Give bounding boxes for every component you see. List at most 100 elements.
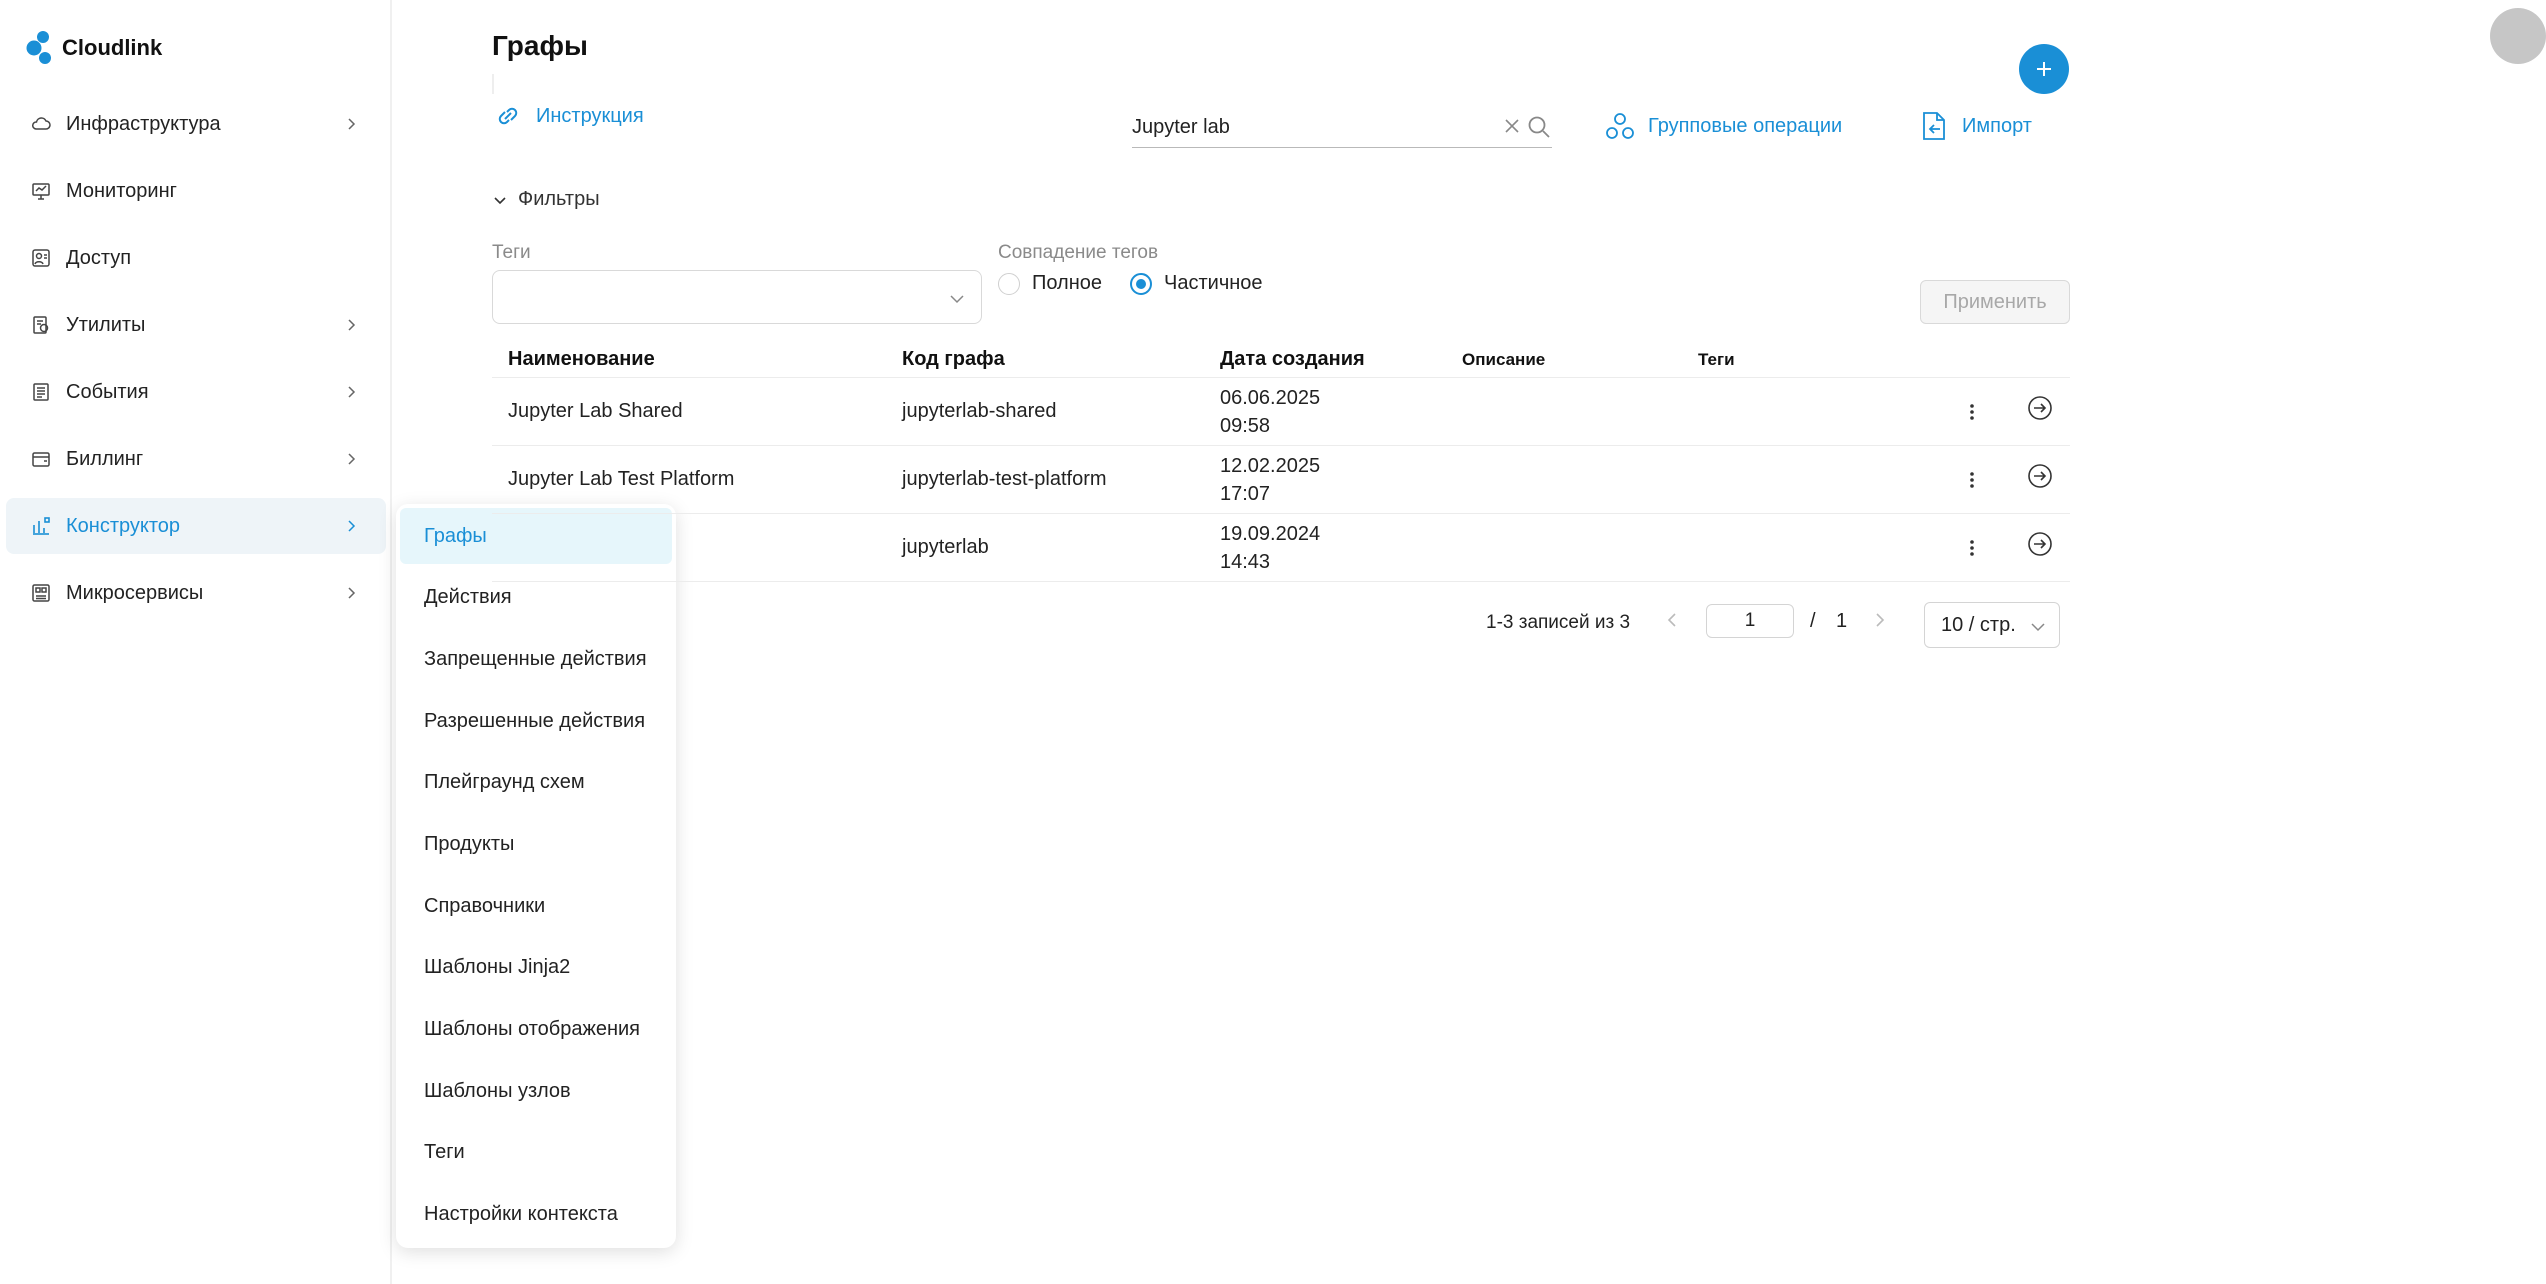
page-number-input[interactable] — [1706, 604, 1794, 638]
add-graph-button[interactable] — [2019, 44, 2069, 94]
cell-date-day: 06.06.2025 — [1220, 387, 1321, 409]
arrow-circle-right-icon[interactable] — [2026, 462, 2054, 490]
chevron-right-icon — [348, 319, 356, 331]
instruction-label: Инструкция — [536, 104, 644, 127]
submenu-item-allowed-actions[interactable]: Разрешенные действия — [400, 693, 672, 749]
table-row[interactable]: Jupyter Lab Test Platform jupyterlab-tes… — [492, 446, 2070, 514]
instruction-link[interactable]: Инструкция — [492, 104, 644, 128]
sidebar-item-label: Доступ — [66, 246, 132, 269]
chevron-right-icon[interactable] — [1872, 610, 1888, 630]
logo[interactable]: Cloudlink — [26, 30, 162, 66]
radio-circle — [998, 272, 1020, 295]
cloudlink-logo-icon — [26, 31, 51, 64]
submenu-item-jinja2-templates[interactable]: Шаблоны Jinja2 — [400, 940, 672, 996]
sidebar-item-utilities[interactable]: Утилиты — [6, 297, 386, 353]
submenu-item-products[interactable]: Продукты — [400, 816, 672, 872]
cell-date-time: 09:58 — [1220, 415, 1271, 437]
sidebar-item-label: Инфраструктура — [66, 112, 221, 135]
radio-label: Частичное — [1164, 272, 1263, 294]
cell-name[interactable]: Jupyter Lab Test Platform — [508, 468, 734, 491]
search-icon[interactable] — [1526, 114, 1552, 140]
group-operations-icon — [1606, 113, 1634, 139]
sidebar-item-constructor[interactable]: Конструктор — [6, 498, 386, 554]
sidebar-item-events[interactable]: События — [6, 364, 386, 420]
pagination-separator: / — [1810, 610, 1816, 632]
sidebar-item-billing[interactable]: Биллинг — [6, 431, 386, 487]
radio-circle — [1130, 272, 1153, 295]
submenu-item-tags[interactable]: Теги — [400, 1125, 672, 1181]
sidebar-item-microservices[interactable]: Микросервисы — [6, 565, 386, 621]
constructor-icon — [30, 515, 52, 537]
arrow-circle-right-icon[interactable] — [2026, 394, 2054, 422]
sidebar-item-label: Конструктор — [66, 514, 181, 537]
chevron-right-icon — [348, 520, 356, 532]
events-icon — [30, 381, 52, 403]
monitor-icon — [30, 180, 52, 202]
submenu-item-forbidden-actions[interactable]: Запрещенные действия — [400, 631, 672, 687]
sidebar-item-label: Утилиты — [66, 313, 146, 336]
cloud-icon — [30, 113, 52, 135]
clear-icon[interactable] — [1502, 116, 1522, 136]
submenu-item-schema-playground[interactable]: Плейграунд схем — [400, 755, 672, 811]
sidebar-item-access[interactable]: Доступ — [6, 230, 386, 286]
chevron-right-icon — [348, 386, 356, 398]
cell-name[interactable]: Jupyter Lab Shared — [508, 400, 683, 423]
chevron-right-icon — [348, 587, 356, 599]
more-vertical-icon[interactable] — [1962, 468, 1982, 492]
page-title: Графы — [492, 30, 588, 61]
chevron-down-icon — [494, 196, 506, 204]
tools-icon — [30, 314, 52, 336]
wallet-icon — [30, 448, 52, 470]
chevron-down-icon — [2031, 623, 2045, 632]
sidebar-item-infrastructure[interactable]: Инфраструктура — [6, 96, 386, 152]
submenu-item-dictionaries[interactable]: Справочники — [400, 878, 672, 934]
table-row[interactable]: Jupyter Lab Shared jupyterlab-shared 06.… — [492, 378, 2070, 446]
arrow-circle-right-icon[interactable] — [2026, 530, 2054, 558]
submenu-item-context-settings[interactable]: Настройки контекста — [400, 1187, 672, 1243]
import-button[interactable]: Импорт — [1920, 110, 2032, 142]
radio-label: Полное — [1032, 272, 1103, 294]
table-row[interactable]: jupyterlab 19.09.2024 14:43 — [492, 514, 2070, 582]
radio-partial-match[interactable]: Частичное — [1130, 272, 1263, 295]
apply-button[interactable]: Применить — [1920, 280, 2070, 324]
cell-date-time: 17:07 — [1220, 483, 1271, 505]
more-vertical-icon[interactable] — [1962, 536, 1982, 560]
user-access-icon — [30, 247, 52, 269]
avatar[interactable] — [2490, 8, 2546, 64]
search-box — [1132, 108, 1552, 148]
cell-date-day: 12.02.2025 — [1220, 455, 1321, 477]
sidebar-item-label: Микросервисы — [66, 581, 204, 604]
cell-date-time: 14:43 — [1220, 551, 1271, 573]
column-header-date[interactable]: Дата создания — [1220, 348, 1365, 371]
sidebar-item-monitoring[interactable]: Мониторинг — [6, 163, 386, 219]
column-header-name[interactable]: Наименование — [508, 348, 655, 371]
cell-code: jupyterlab — [902, 536, 989, 558]
column-header-tags[interactable]: Теги — [1698, 350, 1735, 370]
table-header: Наименование Код графа Дата создания Опи… — [492, 340, 2070, 378]
import-icon — [1923, 112, 1945, 140]
tags-filter-label: Теги — [492, 242, 531, 263]
filters-toggle[interactable]: Фильтры — [492, 188, 600, 211]
plus-icon — [2037, 62, 2051, 76]
pagination-total: 1 — [1836, 610, 1848, 632]
more-vertical-icon[interactable] — [1962, 400, 1982, 424]
cell-code: jupyterlab-test-platform — [902, 468, 1107, 490]
column-header-description[interactable]: Описание — [1462, 350, 1545, 370]
radio-full-match[interactable]: Полное — [998, 272, 1102, 295]
search-input[interactable] — [1132, 110, 1472, 144]
sidebar: Cloudlink Инфраструктура Мониторинг Дост… — [0, 0, 392, 1284]
tags-select[interactable] — [492, 270, 982, 324]
submenu-item-display-templates[interactable]: Шаблоны отображения — [400, 1002, 672, 1058]
tag-match-radio-group: Полное Частичное — [998, 272, 1277, 295]
column-header-code[interactable]: Код графа — [902, 348, 1005, 371]
group-operations-button[interactable]: Групповые операции — [1604, 110, 1842, 142]
pagination-info: 1-3 записей из 3 — [1486, 612, 1631, 633]
page-size-select[interactable]: 10 / стр. — [1924, 602, 2060, 648]
page-size-value: 10 / стр. — [1941, 613, 2016, 636]
import-label: Импорт — [1962, 114, 2032, 137]
sidebar-item-label: Мониторинг — [66, 179, 177, 202]
chevron-left-icon[interactable] — [1664, 610, 1680, 630]
submenu-item-node-templates[interactable]: Шаблоны узлов — [400, 1063, 672, 1119]
group-operations-label: Групповые операции — [1648, 114, 1843, 137]
sidebar-item-label: Биллинг — [66, 447, 144, 470]
